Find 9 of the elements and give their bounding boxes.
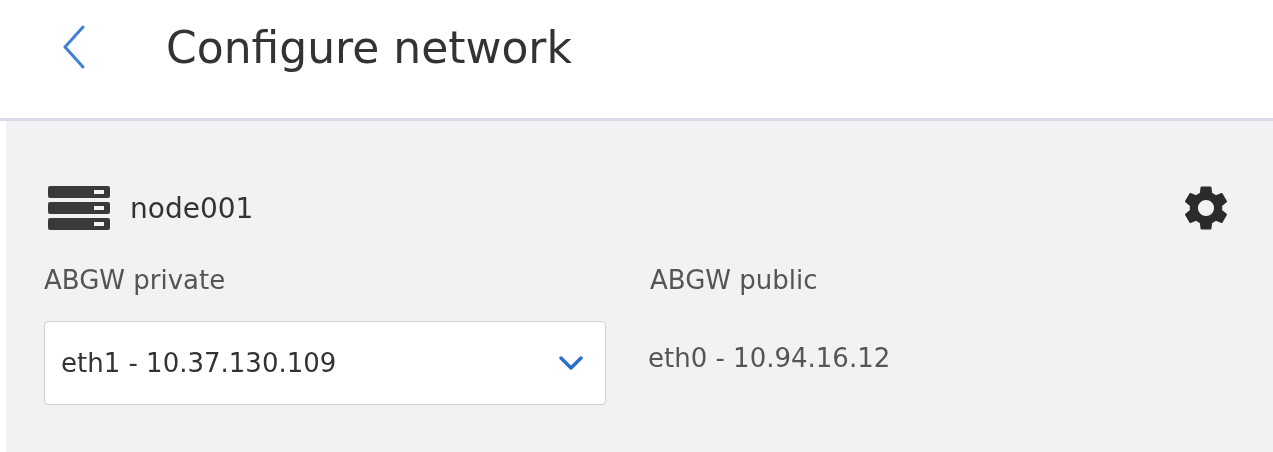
back-icon[interactable] (62, 25, 86, 69)
node-name: node001 (130, 191, 255, 225)
field-value: eth0 - 10.94.16.12 (648, 343, 891, 373)
page-title: Configure network (166, 21, 572, 73)
field-label: ABGW private (44, 265, 226, 297)
field-label: ABGW public (650, 265, 818, 297)
network-dropdown[interactable]: eth1 - 10.37.130.109 (44, 321, 606, 405)
server-icon (48, 186, 110, 230)
chevron-down-icon (559, 356, 583, 370)
